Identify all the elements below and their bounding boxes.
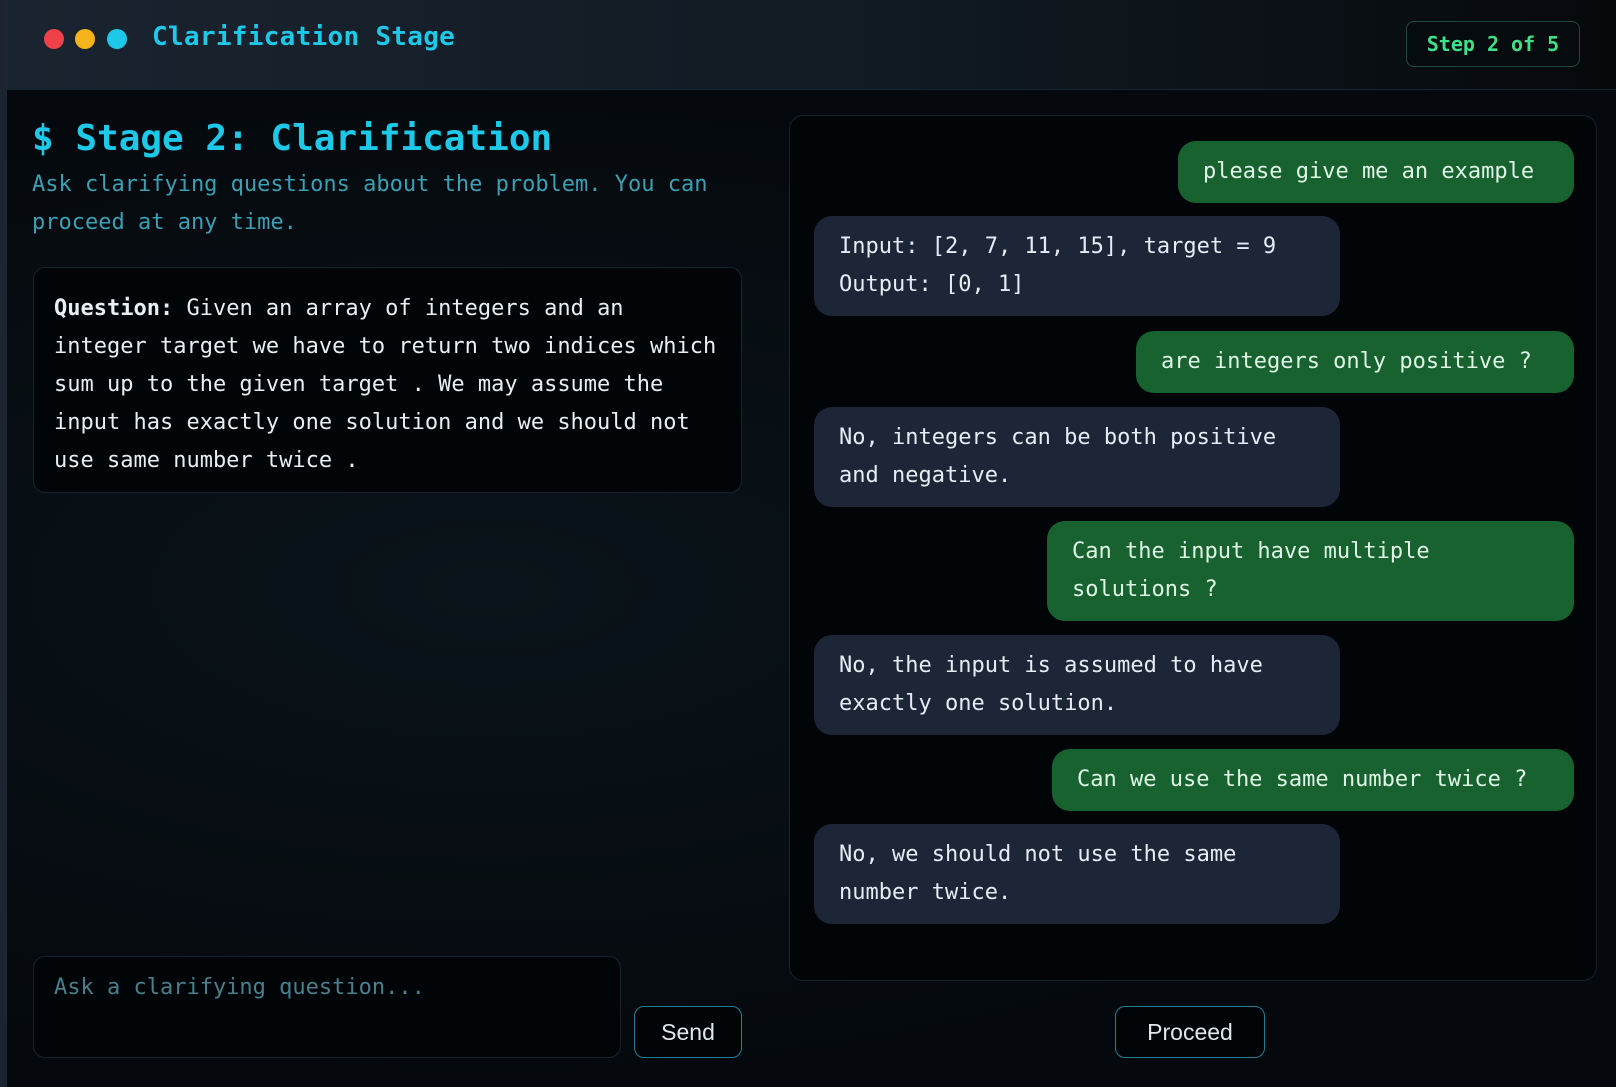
chat-message-text: Input: [2, 7, 11, 15], target = 9 Output… xyxy=(839,234,1277,297)
clarifying-question-input[interactable] xyxy=(33,956,621,1058)
chat-message-text: please give me an example xyxy=(1203,159,1535,184)
chat-message-assistant: Input: [2, 7, 11, 15], target = 9 Output… xyxy=(814,216,1340,316)
maximize-window-dot[interactable] xyxy=(107,29,127,49)
question-card: Question: Given an array of integers and… xyxy=(33,267,742,493)
chat-message-user: Can we use the same number twice ? xyxy=(1052,749,1574,811)
chat-message-assistant: No, the input is assumed to have exactly… xyxy=(814,635,1340,735)
chat-panel: please give me an example Input: [2, 7, … xyxy=(789,115,1597,981)
close-window-dot[interactable] xyxy=(44,29,64,49)
chat-message-text: are integers only positive ? xyxy=(1161,349,1532,374)
stage-subtitle: Ask clarifying questions about the probl… xyxy=(32,172,708,235)
chat-message-text: No, we should not use the same number tw… xyxy=(839,842,1237,905)
chat-message-text: Can we use the same number twice ? xyxy=(1077,767,1528,792)
chat-message-text: No, integers can be both positive and ne… xyxy=(839,425,1277,488)
chat-message-assistant: No, integers can be both positive and ne… xyxy=(814,407,1340,507)
window-title: Clarification Stage xyxy=(152,22,456,52)
step-indicator-badge: Step 2 of 5 xyxy=(1406,21,1580,67)
chat-message-user: are integers only positive ? xyxy=(1136,331,1574,393)
proceed-button[interactable]: Proceed xyxy=(1115,1006,1265,1058)
chat-message-text: No, the input is assumed to have exactly… xyxy=(839,653,1263,716)
question-text: Given an array of integers and an intege… xyxy=(54,296,717,473)
chat-message-text: Can the input have multiple solutions ? xyxy=(1072,539,1430,602)
chat-message-user: Can the input have multiple solutions ? xyxy=(1047,521,1574,621)
chat-message-user: please give me an example xyxy=(1178,141,1574,203)
minimize-window-dot[interactable] xyxy=(75,29,95,49)
title-bar: Clarification Stage Step 2 of 5 xyxy=(7,0,1616,90)
stage-title: $ Stage 2: Clarification xyxy=(32,118,553,159)
app-window: Clarification Stage Step 2 of 5 $ Stage … xyxy=(6,0,1616,1087)
chat-message-assistant: No, we should not use the same number tw… xyxy=(814,824,1340,924)
question-label: Question: xyxy=(54,296,174,321)
send-button[interactable]: Send xyxy=(634,1006,742,1058)
